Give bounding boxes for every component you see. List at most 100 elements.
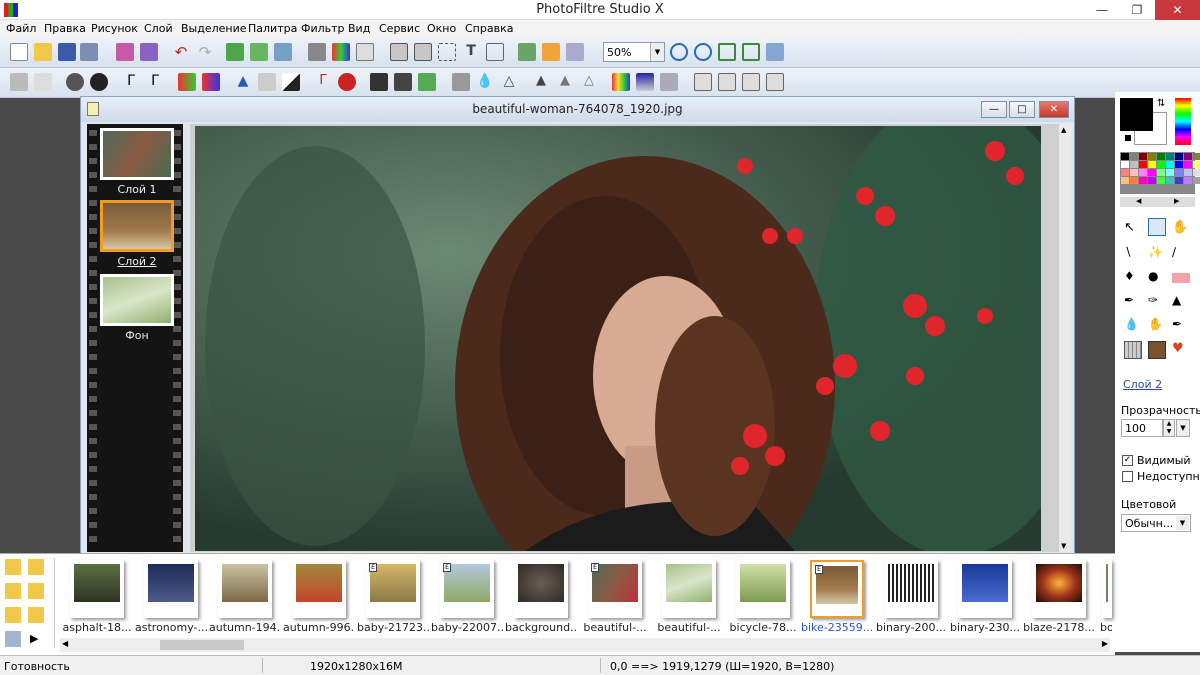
foreground-color-swatch[interactable] (1120, 98, 1153, 131)
advanced-brush-tool-icon[interactable]: ✑ (1148, 293, 1166, 311)
actual-size-icon[interactable] (718, 43, 736, 61)
folder-refresh-icon[interactable] (28, 583, 44, 599)
pointer-tool-icon[interactable]: ↖ (1124, 220, 1142, 238)
folder-tree-icon[interactable] (5, 559, 21, 575)
transparent-color-icon[interactable] (356, 43, 374, 61)
view-mode-icon[interactable] (5, 631, 21, 647)
gradient-icon[interactable] (612, 73, 630, 91)
line-tool-icon[interactable]: ∕ (1172, 245, 1190, 263)
image-size-icon[interactable] (390, 43, 408, 61)
zoom-in-icon[interactable] (670, 43, 688, 61)
increase-brightness-icon[interactable] (34, 73, 52, 91)
thumbnail[interactable] (1102, 560, 1112, 618)
folder-favorite-icon[interactable] (5, 607, 21, 623)
decrease-contrast-icon[interactable] (66, 73, 84, 91)
thumbnail[interactable]: E (366, 560, 420, 618)
save-as-icon[interactable] (80, 43, 98, 61)
paste-as-image-icon[interactable] (274, 43, 292, 61)
magic-wand-tool-icon[interactable]: ✨ (1148, 245, 1166, 263)
doc-close-button[interactable]: ✕ (1039, 101, 1069, 118)
undo-icon[interactable]: ↶ (172, 43, 190, 61)
pattern-icon[interactable] (418, 73, 436, 91)
fill-tool-icon[interactable]: ♦ (1124, 269, 1142, 287)
palette-scrollbar[interactable]: ◀ ▶ (1120, 197, 1195, 207)
locked-checkbox[interactable] (1122, 471, 1133, 482)
thumbnail[interactable] (70, 560, 124, 618)
soften-icon[interactable]: △ (580, 73, 598, 91)
fullscreen-icon[interactable] (766, 43, 784, 61)
plugin-icon[interactable] (542, 43, 560, 61)
chevron-down-icon[interactable]: ▼ (1176, 516, 1189, 530)
thumbnail[interactable] (144, 560, 198, 618)
auto-contrast-icon[interactable] (338, 73, 356, 91)
open-folder-icon[interactable] (34, 43, 52, 61)
close-button[interactable]: ✕ (1155, 0, 1200, 20)
redo-icon[interactable]: ↷ (196, 43, 214, 61)
opacity-input[interactable]: 100 (1121, 419, 1163, 437)
shade-icon[interactable] (636, 73, 654, 91)
eyedropper-tool-icon[interactable]: ∖ (1124, 245, 1142, 263)
flip-vertical-icon[interactable] (718, 73, 736, 91)
scroll-down-icon[interactable]: ▼ (1061, 542, 1069, 550)
thumbnail[interactable] (514, 560, 568, 618)
saturation-down-icon[interactable] (178, 73, 196, 91)
mosaic-icon[interactable] (370, 73, 388, 91)
new-file-icon[interactable] (10, 43, 28, 61)
minimize-button[interactable]: — (1085, 0, 1119, 20)
rotate-left-icon[interactable] (742, 73, 760, 91)
decrease-brightness-icon[interactable] (10, 73, 28, 91)
fit-window-icon[interactable] (742, 43, 760, 61)
thumbnail[interactable] (1032, 560, 1086, 618)
menu-edit[interactable]: Правка (44, 22, 86, 35)
scroll-left-icon[interactable]: ◀ (62, 639, 68, 648)
text-icon[interactable]: T (462, 43, 480, 61)
frame-icon[interactable] (452, 73, 470, 91)
thumbnail-selected[interactable]: E (810, 560, 864, 618)
hand-tool-icon[interactable]: ✋ (1172, 220, 1190, 238)
thumbnail[interactable] (736, 560, 790, 618)
current-layer-name[interactable]: Слой 2 (1123, 378, 1162, 391)
scroll-right-icon[interactable]: ▶ (1102, 639, 1108, 648)
gamma-down-icon[interactable]: Γ (122, 73, 140, 91)
zoom-out-icon[interactable] (694, 43, 712, 61)
hue-strip[interactable] (1175, 98, 1191, 145)
thumbnail[interactable] (884, 560, 938, 618)
smudge-tool-icon[interactable]: ✋ (1148, 317, 1166, 335)
grid-icon[interactable] (394, 73, 412, 91)
auto-levels-icon[interactable]: Γ (314, 73, 332, 91)
menu-file[interactable]: Файл (6, 22, 36, 35)
image-canvas[interactable] (195, 126, 1041, 551)
zoom-select[interactable]: 50% ▼ (603, 42, 665, 62)
menu-view[interactable]: Вид (348, 22, 370, 35)
canvas-size-icon[interactable] (414, 43, 432, 61)
gamma-up-icon[interactable]: Γ (146, 73, 164, 91)
fit-selection-icon[interactable] (486, 43, 504, 61)
copy-icon[interactable] (226, 43, 244, 61)
strawberry-icon[interactable]: ♥ (1172, 341, 1190, 359)
layer-item-1[interactable]: Слой 1 (100, 128, 174, 196)
menu-image[interactable]: Рисунок (91, 22, 138, 35)
chevron-right-icon[interactable]: ▶ (1174, 197, 1179, 205)
colormode-select[interactable]: Обычн... ▼ (1121, 514, 1191, 532)
folder-new-icon[interactable] (5, 583, 21, 599)
folder-open-icon[interactable] (28, 607, 44, 623)
color-palette-icon[interactable] (332, 43, 350, 61)
play-icon[interactable]: ▶ (30, 632, 46, 648)
chevron-left-icon[interactable]: ◀ (1136, 197, 1141, 205)
chevron-down-icon[interactable]: ▼ (650, 43, 664, 61)
opacity-stepper[interactable]: ▲ ▼ (1163, 419, 1175, 437)
thumbnail[interactable]: E (588, 560, 642, 618)
stroke-fill-icon[interactable] (308, 43, 326, 61)
crop-icon[interactable] (438, 43, 456, 61)
brush-tool-icon[interactable]: ✒ (1124, 293, 1142, 311)
doc-minimize-button[interactable]: — (981, 101, 1007, 118)
curves-icon[interactable] (258, 73, 276, 91)
menu-window[interactable]: Окно (427, 22, 456, 35)
transform-icon[interactable] (660, 73, 678, 91)
doc-maximize-button[interactable]: □ (1009, 101, 1035, 118)
save-icon[interactable] (58, 43, 76, 61)
increase-contrast-icon[interactable] (90, 73, 108, 91)
scan-icon[interactable] (140, 43, 158, 61)
restore-button[interactable]: ❐ (1120, 0, 1154, 20)
thumbnail[interactable]: E (440, 560, 494, 618)
